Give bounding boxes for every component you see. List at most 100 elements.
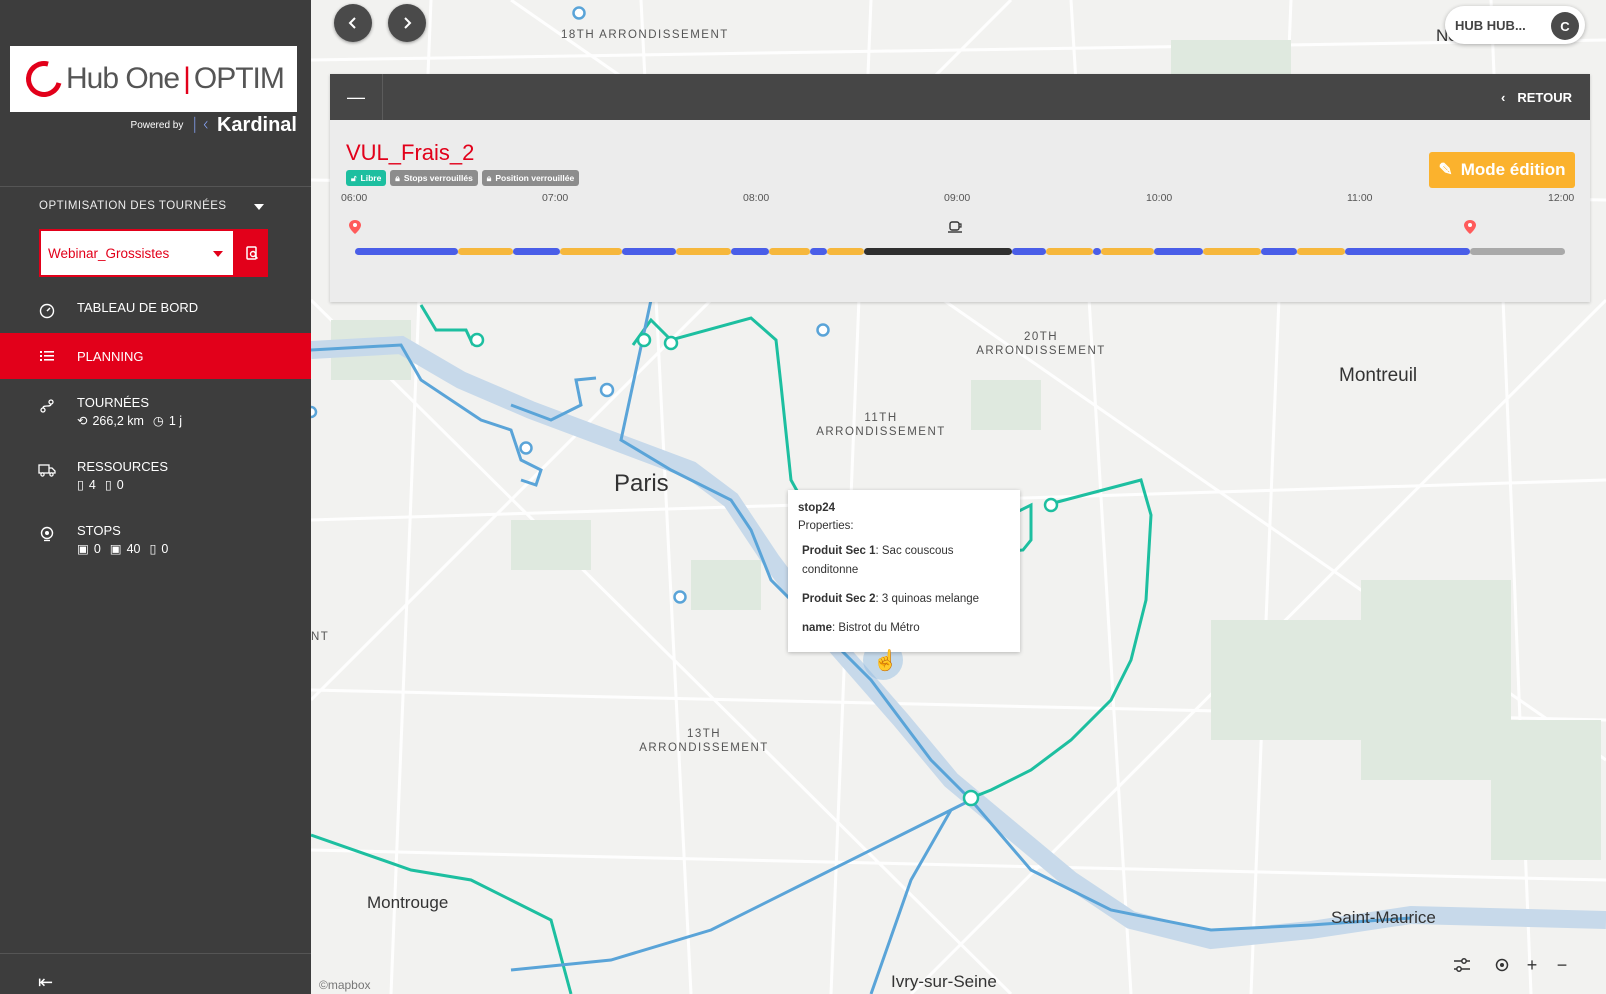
- timeline-segment-break[interactable]: [864, 248, 1012, 255]
- chevron-down-icon: [213, 251, 223, 257]
- map-label: 11TH ARRONDISSEMENT: [816, 412, 946, 438]
- timeline-segment-drive[interactable]: [1261, 248, 1297, 255]
- gauge-icon: [38, 302, 56, 320]
- filter-sliders-icon[interactable]: [1447, 950, 1477, 980]
- timeline-segment-service[interactable]: [1203, 248, 1261, 255]
- scenario-search-button[interactable]: [235, 229, 268, 277]
- timeline-segment-service[interactable]: [458, 248, 513, 255]
- panel-header: — ‹ RETOUR: [330, 74, 1590, 120]
- timeline-tick: 08:00: [743, 192, 770, 204]
- pencil-icon: ✎: [1438, 160, 1453, 179]
- vehicle-title: VUL_Frais_2: [346, 140, 475, 165]
- route-icon: [38, 397, 56, 415]
- timeline-segment-service[interactable]: [827, 248, 864, 255]
- locate-icon[interactable]: [1487, 950, 1517, 980]
- doc-icon: ▣: [109, 542, 122, 556]
- nav-item-ressources[interactable]: RESSOURCES ▯ 4 ▯ 0: [0, 459, 311, 492]
- ressources-count: 4: [88, 477, 96, 492]
- powered-by-text: Powered by: [130, 120, 184, 131]
- mapbox-attribution: ©mapbox: [319, 978, 371, 992]
- powered-by: Powered by ᛁᚲ Kardinal: [131, 114, 297, 137]
- popup-title: stop24: [798, 502, 836, 514]
- timeline-tick: 06:00: [341, 192, 368, 204]
- timeline-segment-drive[interactable]: [513, 248, 560, 255]
- stops-count: 0: [161, 541, 169, 556]
- unlock-icon: 🔓︎: [351, 172, 357, 183]
- section-selector[interactable]: OPTIMISATION DES TOURNÉES: [39, 200, 264, 212]
- timeline-segment-drive[interactable]: [1093, 248, 1101, 255]
- minimize-button[interactable]: —: [330, 74, 383, 120]
- popup-prop-3: name: Bistrot du Métro: [802, 622, 920, 634]
- user-menu[interactable]: HUB HUB... C: [1445, 6, 1585, 44]
- avatar: C: [1551, 12, 1579, 40]
- timeline-segment-service[interactable]: [1297, 248, 1345, 255]
- badge-libre[interactable]: 🔓︎ Libre: [346, 170, 387, 186]
- kardinal-text: Kardinal: [216, 114, 297, 136]
- timeline-segment-drive[interactable]: [1012, 248, 1046, 255]
- zoom-out-icon[interactable]: −: [1547, 950, 1577, 980]
- chevron-down-icon: [254, 204, 264, 210]
- document-search-icon: [245, 246, 258, 260]
- timeline-segment-drive[interactable]: [622, 248, 676, 255]
- timeline-tick: 11:00: [1347, 192, 1373, 204]
- timeline-tick: 12:00: [1548, 192, 1575, 204]
- section-title: OPTIMISATION DES TOURNÉES: [39, 200, 227, 212]
- doc-icon: ▯: [104, 478, 112, 492]
- timeline-segment-idle[interactable]: [1470, 248, 1565, 255]
- map-label: 13TH ARRONDISSEMENT: [639, 728, 769, 754]
- chevron-left-icon: ‹: [1501, 89, 1506, 105]
- timeline-segment-drive[interactable]: [1345, 248, 1470, 255]
- logo-brand: Hub One: [66, 62, 180, 95]
- forward-arrow-button[interactable]: [388, 4, 426, 42]
- scenario-value: Webinar_Grossistes: [48, 245, 170, 261]
- vehicle-panel: — ‹ RETOUR VUL_Frais_2 🔓︎ Libre 🔒︎ Stops ve…: [330, 74, 1590, 302]
- badge-stops-locked[interactable]: 🔒︎ Stops verrouillés: [390, 170, 478, 186]
- tournees-duration: 1 j: [168, 413, 183, 428]
- stops-count: 40: [126, 541, 141, 556]
- nav-item-dashboard[interactable]: TABLEAU DE BORD: [0, 300, 311, 332]
- timeline-segment-drive[interactable]: [1154, 248, 1203, 255]
- nav-label: STOPS: [77, 523, 121, 538]
- nav-item-planning[interactable]: PLANNING: [0, 333, 311, 379]
- timeline-segment-service[interactable]: [1046, 248, 1093, 255]
- doc-icon: ▯: [149, 542, 157, 556]
- timeline-segment-drive[interactable]: [810, 248, 827, 255]
- doc-icon: ▯: [77, 478, 84, 492]
- timeline-segment-service[interactable]: [769, 248, 810, 255]
- badges: 🔓︎ Libre 🔒︎ Stops verrouillés 🔒︎ Position v…: [346, 170, 580, 186]
- popup-prop-2: Produit Sec 2: 3 quinoas melange: [802, 593, 980, 605]
- ressources-count: 0: [116, 477, 124, 492]
- nav-item-stops[interactable]: STOPS ▣ 0 ▣ 40 ▯ 0: [0, 523, 311, 556]
- user-name: HUB HUB...: [1455, 17, 1526, 33]
- timeline-svg[interactable]: [330, 214, 1590, 294]
- map-label: 18TH ARRONDISSEMENT: [561, 29, 729, 41]
- collapse-sidebar-icon[interactable]: ⇤: [38, 972, 53, 993]
- zoom-in-icon[interactable]: +: [1517, 950, 1547, 980]
- timeline-segment-service[interactable]: [560, 248, 622, 255]
- timeline-segment-service[interactable]: [676, 248, 731, 255]
- timeline-segment-drive[interactable]: [355, 248, 458, 255]
- scenario-select[interactable]: Webinar_Grossistes: [39, 229, 235, 277]
- retour-button[interactable]: ‹ RETOUR: [1501, 90, 1572, 105]
- map-label: 20TH ARRONDISSEMENT: [976, 331, 1106, 357]
- popup-prop-1: Produit Sec 1: Sac couscous conditonne: [802, 545, 954, 576]
- timeline-segment-drive[interactable]: [731, 248, 769, 255]
- badge-position-locked[interactable]: 🔒︎ Position verrouillée: [481, 170, 580, 186]
- logo: Hub One | OPTIM: [10, 46, 297, 112]
- mode-edition-button[interactable]: ✎ Mode édition: [1429, 152, 1575, 188]
- clock-icon: ◷: [152, 414, 164, 428]
- back-arrow-button[interactable]: [334, 4, 372, 42]
- map-label: Ivry-sur-Seine: [891, 972, 997, 991]
- map-label: NT: [311, 631, 330, 643]
- nav-label: RESSOURCES: [77, 459, 169, 474]
- nav-item-tournees[interactable]: TOURNÉES ⟲ 266,2 km ◷ 1 j: [0, 395, 311, 428]
- stop-popup: stop24 Properties: Produit Sec 1: Sac co…: [788, 490, 1020, 652]
- lock-icon: 🔒︎: [395, 172, 400, 183]
- kardinal-icon: ᛁᚲ: [189, 115, 211, 135]
- lock-icon: 🔒︎: [486, 172, 492, 183]
- list-icon: [38, 347, 56, 365]
- timeline-segment-service[interactable]: [1101, 248, 1154, 255]
- truck-icon: [38, 461, 56, 479]
- map-label: Montrouge: [367, 893, 449, 912]
- timeline[interactable]: [330, 214, 1590, 294]
